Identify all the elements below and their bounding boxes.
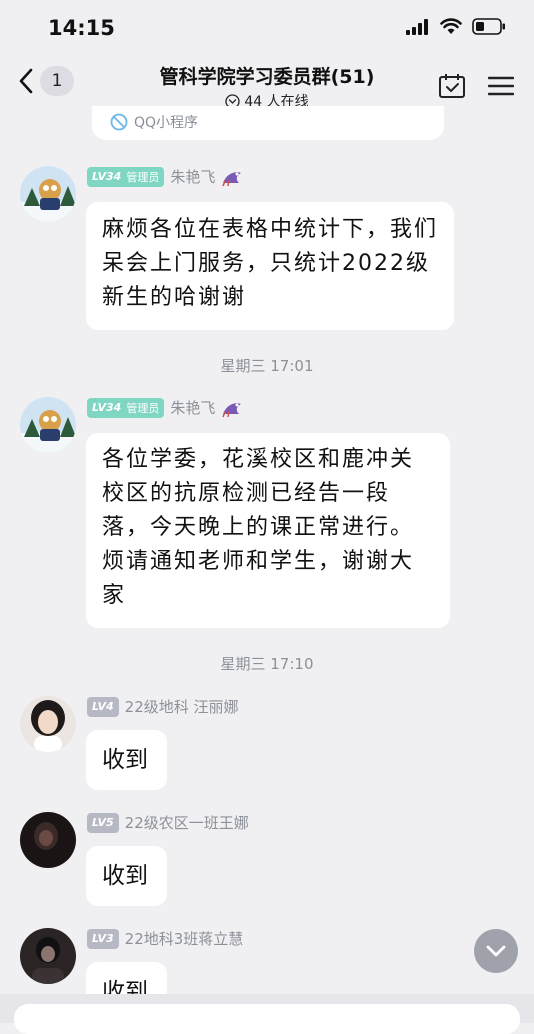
menu-icon[interactable] [488, 75, 514, 97]
timestamp: 星期三 17:10 [220, 655, 314, 673]
avatar[interactable] [20, 812, 76, 868]
level-badge: LV3 [87, 928, 119, 949]
mini-program-card[interactable]: QQ小程序 [92, 106, 444, 140]
message-text: 收到 [102, 863, 148, 889]
sender-name: 朱艳飞 [170, 399, 216, 417]
sender-meta: LV34 管理员 朱艳飞 [87, 166, 243, 187]
avatar[interactable] [20, 397, 76, 453]
level-badge: LV4 [87, 696, 119, 717]
status-bar: 14:15 [0, 0, 534, 56]
sender-name: 朱艳飞 [170, 168, 216, 186]
mini-program-label: QQ小程序 [134, 115, 199, 131]
header-actions [438, 72, 514, 100]
sender-meta: LV34 管理员 朱艳飞 [87, 397, 243, 418]
mini-program-icon [110, 113, 128, 131]
sender-name: 22地科3班蒋立慧 [124, 930, 244, 948]
message-text: 各位学委，花溪校区和鹿冲关校区的抗原检测已经告一段落，今天晚上的课正常进行。烦请… [102, 447, 415, 608]
sender-meta: LV5 22级农区一班王娜 [87, 812, 249, 833]
mini-program-label-row: QQ小程序 [110, 112, 198, 132]
message-bubble[interactable]: 收到 [86, 846, 167, 906]
wifi-icon [440, 18, 462, 34]
timestamp: 星期三 17:01 [220, 357, 314, 375]
message-input[interactable] [14, 1004, 520, 1034]
status-icons [406, 18, 506, 35]
sender-meta: LV3 22地科3班蒋立慧 [87, 928, 243, 949]
avatar[interactable] [20, 166, 76, 222]
chevron-down-icon [486, 945, 506, 957]
calendar-check-icon[interactable] [438, 72, 466, 100]
scroll-to-bottom-button[interactable] [474, 929, 518, 973]
input-area [0, 994, 534, 1034]
message-bubble[interactable]: 各位学委，花溪校区和鹿冲关校区的抗原检测已经告一段落，今天晚上的课正常进行。烦请… [86, 433, 450, 628]
sender-name: 22级农区一班王娜 [124, 814, 249, 832]
level-badge: LV5 [87, 812, 119, 833]
message-bubble[interactable]: 麻烦各位在表格中统计下，我们呆会上门服务，只统计2022级新生的哈谢谢 [86, 202, 454, 330]
message-text: 麻烦各位在表格中统计下，我们呆会上门服务，只统计2022级新生的哈谢谢 [102, 217, 439, 310]
battery-icon [472, 18, 505, 35]
message-text: 收到 [102, 747, 148, 773]
sender-meta: LV4 22级地科 汪丽娜 [87, 696, 239, 717]
message-bubble[interactable]: 收到 [86, 730, 167, 790]
dragon-icon [222, 171, 242, 186]
sender-name: 22级地科 汪丽娜 [124, 698, 239, 716]
cellular-signal-icon [406, 18, 428, 35]
level-badge: LV34 管理员 [87, 397, 165, 418]
avatar[interactable] [20, 928, 76, 984]
avatar[interactable] [20, 696, 76, 752]
level-badge: LV34 管理员 [87, 166, 165, 187]
dragon-icon [222, 402, 242, 417]
status-time: 14:15 [48, 16, 115, 40]
